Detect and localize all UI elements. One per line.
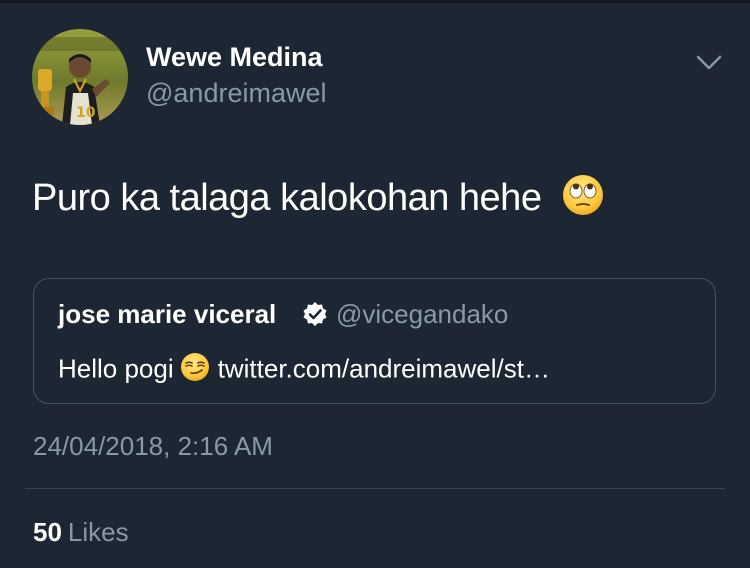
profile-photo-icon: 10 [32, 29, 128, 125]
tweet-text: Puro ka talaga kalokohan hehe [32, 174, 604, 226]
quoted-author-handle[interactable]: @vicegandako [336, 299, 508, 330]
divider [25, 488, 725, 489]
quoted-text-prefix: Hello pogi [58, 353, 174, 384]
top-border [0, 0, 750, 3]
smirking-face-icon [180, 352, 210, 389]
likes-stat[interactable]: 50 Likes [33, 517, 129, 548]
tweet-text-content: Puro ka talaga kalokohan hehe [32, 177, 542, 220]
quoted-link[interactable]: twitter.com/andreimawel/st… [218, 353, 550, 383]
face-with-rolling-eyes-icon [562, 174, 604, 226]
quoted-tweet-card[interactable]: jose marie viceral @vicegandako Hello po… [33, 278, 716, 404]
author-display-name[interactable]: Wewe Medina [146, 42, 323, 73]
avatar[interactable]: 10 [32, 29, 128, 125]
chevron-down-icon[interactable] [694, 50, 724, 74]
verified-badge-icon [302, 301, 328, 327]
tweet-timestamp[interactable]: 24/04/2018, 2:16 AM [33, 431, 273, 462]
likes-label: Likes [67, 517, 129, 547]
quoted-author-name[interactable]: jose marie viceral [58, 299, 276, 330]
likes-count: 50 [33, 517, 62, 547]
quoted-tweet-text: Hello pogi twitter.com/andreimawel/st… [58, 352, 550, 389]
svg-text:10: 10 [76, 105, 96, 121]
author-handle[interactable]: @andreimawel [146, 78, 326, 109]
